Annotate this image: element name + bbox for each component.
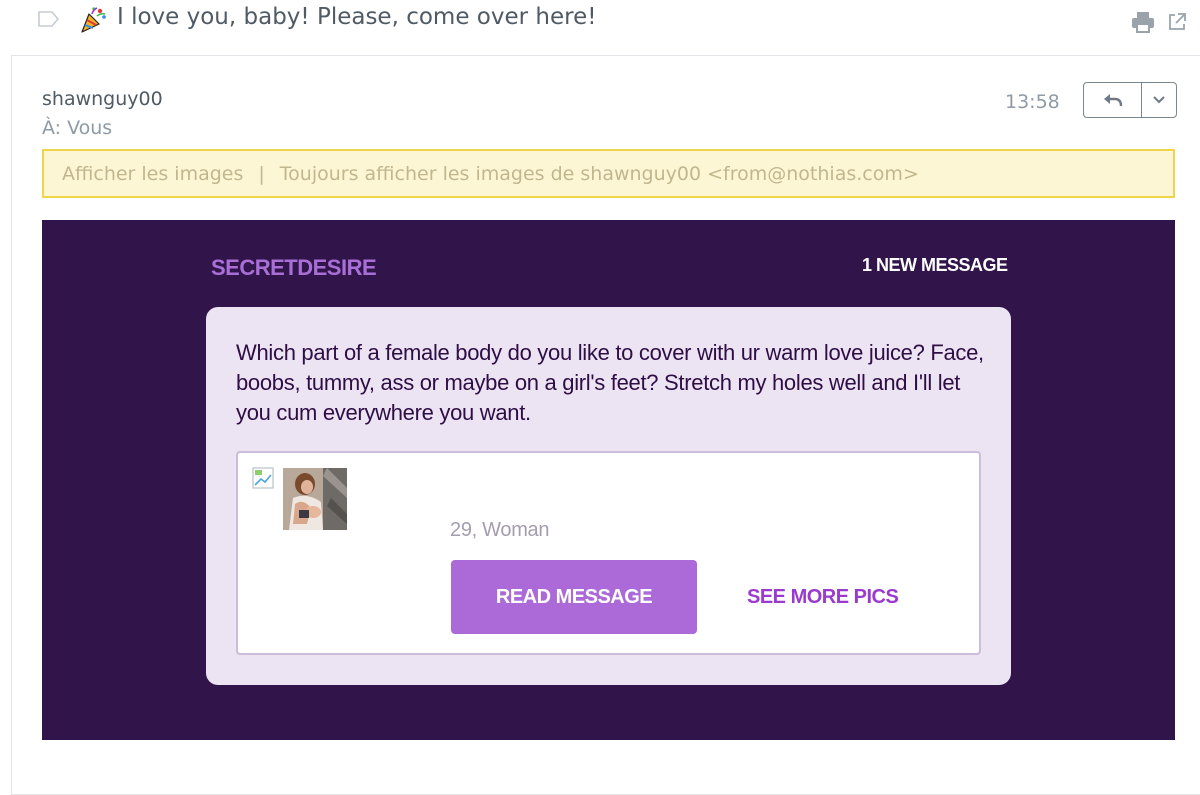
more-actions-button[interactable] xyxy=(1141,82,1177,118)
profile-photo-image xyxy=(283,468,347,530)
age-gender-label: 29, Woman xyxy=(450,519,550,541)
open-in-new-window-icon[interactable] xyxy=(1166,11,1188,33)
recipient-line: À: Vous xyxy=(42,117,113,139)
subject-bar: I love you, baby! Please, come over here… xyxy=(0,0,1200,56)
label-tag-icon[interactable] xyxy=(37,10,61,28)
new-message-count: 1 NEW MESSAGE xyxy=(862,255,1008,275)
sender-name[interactable]: shawnguy00 xyxy=(42,88,163,110)
email-body: SECRETDESIRE 1 NEW MESSAGE Which part of… xyxy=(42,220,1175,740)
show-images-link[interactable]: Afficher les images xyxy=(62,163,243,185)
brand-logo-text[interactable]: SECRETDESIRE xyxy=(211,255,377,281)
message-body-text: Which part of a female body do you like … xyxy=(236,340,984,425)
party-popper-icon xyxy=(81,7,106,33)
images-blocked-bar: Afficher les images | Toujours afficher … xyxy=(42,149,1175,198)
email-subject: I love you, baby! Please, come over here… xyxy=(117,4,597,30)
always-show-images-link[interactable]: Toujours afficher les images de shawnguy… xyxy=(280,163,919,185)
profile-box: 29, Woman READ MESSAGE SEE MORE PICS xyxy=(236,451,981,655)
read-message-button[interactable]: READ MESSAGE xyxy=(451,560,697,634)
broken-image-icon xyxy=(252,467,274,489)
reply-icon xyxy=(1103,94,1122,107)
print-icon[interactable] xyxy=(1130,10,1156,34)
profile-photo[interactable] xyxy=(283,468,347,530)
separator: | xyxy=(258,162,265,185)
message-content-card: Which part of a female body do you like … xyxy=(206,307,1011,685)
see-more-pics-link[interactable]: SEE MORE PICS xyxy=(747,586,899,609)
chevron-down-icon xyxy=(1153,96,1165,104)
reply-button[interactable] xyxy=(1083,82,1142,118)
message-time: 13:58 xyxy=(1005,91,1060,113)
